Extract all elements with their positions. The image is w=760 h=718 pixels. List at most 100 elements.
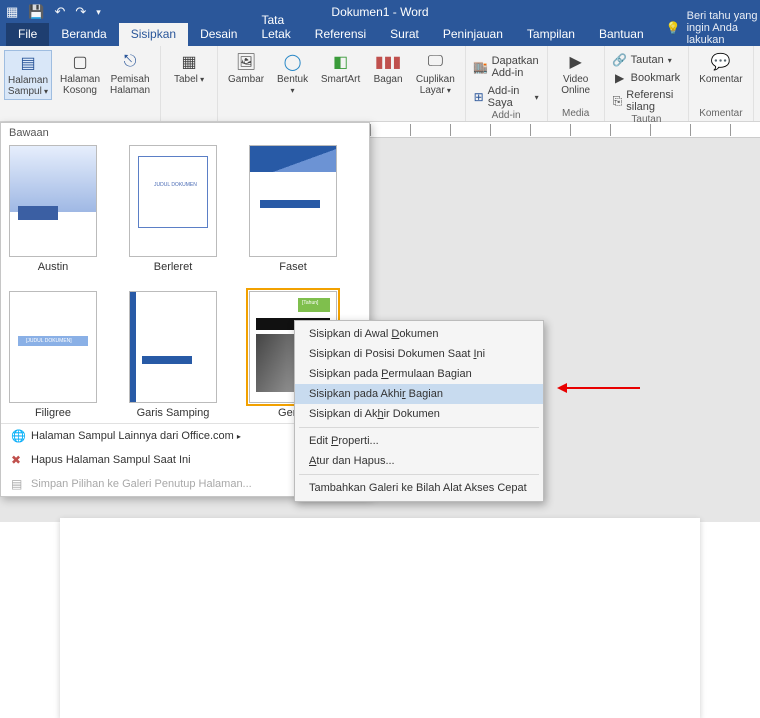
komentar-button[interactable]: 💬 Komentar — [697, 50, 744, 87]
remove-cover-label: Hapus Halaman Sampul Saat Ini — [31, 454, 191, 466]
gallery-caption: Garis Samping — [137, 407, 210, 419]
insert-position-context-menu: Sisipkan di Awal Dokumen Sisipkan di Pos… — [294, 320, 544, 502]
cuplikan-layar-label: CuplikanLayar — [416, 74, 455, 96]
tab-file[interactable]: File — [6, 23, 49, 46]
group-tabel: ▦ Tabel — [161, 46, 218, 121]
cover-page-icon: ▤ — [18, 53, 38, 73]
pemisah-halaman-label: PemisahHalaman — [110, 74, 150, 96]
tab-sisipkan[interactable]: Sisipkan — [119, 23, 188, 46]
quick-access-toolbar: ▦ 💾 ↶ ↷ ▾ — [6, 4, 101, 20]
tabel-label: Tabel — [174, 74, 204, 85]
tab-surat[interactable]: Surat — [378, 23, 431, 46]
cm-organize-delete[interactable]: Atur dan Hapus... — [295, 451, 543, 471]
video-icon: ▶ — [566, 52, 586, 72]
save-selection-label: Simpan Pilihan ke Galeri Penutup Halaman… — [31, 478, 252, 490]
tab-bantuan[interactable]: Bantuan — [587, 23, 656, 46]
thumb-austin: [judul dokumen] — [9, 145, 97, 257]
chevron-down-icon: ▾ — [668, 56, 672, 65]
bentuk-button[interactable]: ◯ Bentuk — [272, 50, 313, 98]
halaman-kosong-button[interactable]: ▢ HalamanKosong — [58, 50, 102, 98]
undo-icon[interactable]: ↶ — [54, 4, 65, 20]
group-addins: 🏬 Dapatkan Add-in ⊞ Add-in Saya ▾ Add-in — [466, 46, 548, 121]
gallery-caption: Filigree — [35, 407, 71, 419]
gallery-item-austin[interactable]: [judul dokumen] Austin — [7, 145, 99, 273]
lightbulb-icon: 💡 — [666, 21, 681, 35]
cm-insert-start-section[interactable]: Sisipkan pada Permulaan Bagian — [295, 364, 543, 384]
addins-icon: ⊞ — [474, 90, 484, 104]
gambar-button[interactable]: 🖼 Gambar — [226, 50, 266, 87]
thumb-garis-samping: [Judul dokumen] — [129, 291, 217, 403]
gallery-caption: Austin — [38, 261, 69, 273]
bookmark-button[interactable]: ▶ Bookmark — [613, 70, 681, 86]
save-gallery-icon: ▤ — [11, 477, 25, 491]
tab-peninjauan[interactable]: Peninjauan — [431, 23, 515, 46]
qat-dropdown-icon[interactable]: ▾ — [96, 7, 101, 18]
dapatkan-addin-label: Dapatkan Add-in — [492, 55, 539, 79]
tab-desain[interactable]: Desain — [188, 23, 249, 46]
redo-icon[interactable]: ↷ — [75, 4, 86, 20]
tell-me-search[interactable]: 💡 Beri tahu yang ingin Anda lakukan — [666, 10, 760, 46]
cm-add-to-qat[interactable]: Tambahkan Galeri ke Bilah Alat Akses Cep… — [295, 478, 543, 498]
bagan-label: Bagan — [374, 74, 403, 85]
gallery-item-berleret[interactable]: JUDUL DOKUMEN Berleret — [127, 145, 219, 273]
video-online-button[interactable]: ▶ VideoOnline — [556, 50, 596, 98]
cm-insert-end-doc[interactable]: Sisipkan di Akhir Dokumen — [295, 404, 543, 424]
bagan-button[interactable]: ▮▮▮ Bagan — [368, 50, 408, 87]
addin-saya-button[interactable]: ⊞ Add-in Saya ▾ — [474, 84, 539, 110]
group-label-media: Media — [556, 108, 596, 121]
chart-icon: ▮▮▮ — [378, 52, 398, 72]
smartart-icon: ◧ — [331, 52, 351, 72]
group-media: ▶ VideoOnline Media — [548, 46, 605, 121]
chevron-down-icon: ▾ — [535, 93, 539, 102]
menu-separator — [299, 427, 539, 428]
gallery-item-garis-samping[interactable]: [Judul dokumen] Garis Samping — [127, 291, 219, 419]
cm-edit-properties[interactable]: Edit Properti... — [295, 431, 543, 451]
thumb-faset: [judul dokumen] — [249, 145, 337, 257]
page-break-icon: ⎋ — [120, 52, 140, 72]
thumb-berleret: JUDUL DOKUMEN — [129, 145, 217, 257]
cm-insert-current-pos[interactable]: Sisipkan di Posisi Dokumen Saat Ini — [295, 344, 543, 364]
thumb-filigree: [JUDUL DOKUMEN] — [9, 291, 97, 403]
komentar-label: Komentar — [699, 74, 742, 85]
bookmark-icon: ▶ — [613, 71, 627, 85]
picture-icon: 🖼 — [236, 52, 256, 72]
comment-icon: 💬 — [711, 52, 731, 72]
word-app-icon: ▦ — [6, 4, 18, 20]
horizontal-ruler — [370, 122, 760, 138]
smartart-label: SmartArt — [321, 74, 360, 85]
smartart-button[interactable]: ◧ SmartArt — [319, 50, 362, 87]
pemisah-halaman-button[interactable]: ⎋ PemisahHalaman — [108, 50, 152, 98]
referensi-silang-button[interactable]: ⎘ Referensi silang — [613, 88, 681, 114]
link-icon: 🔗 — [613, 53, 627, 67]
tab-tampilan[interactable]: Tampilan — [515, 23, 587, 46]
tabel-button[interactable]: ▦ Tabel — [169, 50, 209, 87]
save-icon[interactable]: 💾 — [28, 4, 44, 20]
tautan-button[interactable]: 🔗 Tautan ▾ — [613, 52, 672, 68]
document-title: Dokumen1 - Word — [331, 5, 428, 19]
cm-insert-end-section[interactable]: Sisipkan pada Akhir Bagian — [295, 384, 543, 404]
globe-icon: 🌐 — [11, 429, 25, 443]
annotation-arrow — [560, 387, 640, 389]
video-online-label: VideoOnline — [561, 74, 590, 96]
group-halaman: ▤ HalamanSampul ▢ HalamanKosong ⎋ Pemisa… — [0, 46, 161, 121]
menu-separator — [299, 474, 539, 475]
ribbon: ▤ HalamanSampul ▢ HalamanKosong ⎋ Pemisa… — [0, 46, 760, 122]
tab-referensi[interactable]: Referensi — [303, 23, 378, 46]
tab-beranda[interactable]: Beranda — [49, 23, 118, 46]
tab-tata-letak[interactable]: Tata Letak — [249, 9, 302, 46]
cuplikan-layar-button[interactable]: 🖵 CuplikanLayar — [414, 50, 457, 98]
document-page[interactable] — [60, 518, 700, 718]
dapatkan-addin-button[interactable]: 🏬 Dapatkan Add-in — [474, 54, 539, 80]
group-tautan: 🔗 Tautan ▾ ▶ Bookmark ⎘ Referensi silang… — [605, 46, 690, 121]
gallery-item-filigree[interactable]: [JUDUL DOKUMEN] Filigree — [7, 291, 99, 419]
tautan-label: Tautan — [631, 54, 664, 66]
cm-insert-start-doc[interactable]: Sisipkan di Awal Dokumen — [295, 324, 543, 344]
store-icon: 🏬 — [474, 60, 488, 74]
crossref-icon: ⎘ — [613, 94, 623, 108]
tell-me-label: Beri tahu yang ingin Anda lakukan — [687, 10, 760, 46]
halaman-sampul-button[interactable]: ▤ HalamanSampul — [4, 50, 52, 100]
gallery-item-faset[interactable]: [judul dokumen] Faset — [247, 145, 339, 273]
shapes-icon: ◯ — [283, 52, 303, 72]
bentuk-label: Bentuk — [274, 74, 311, 96]
addin-saya-label: Add-in Saya — [488, 85, 531, 109]
